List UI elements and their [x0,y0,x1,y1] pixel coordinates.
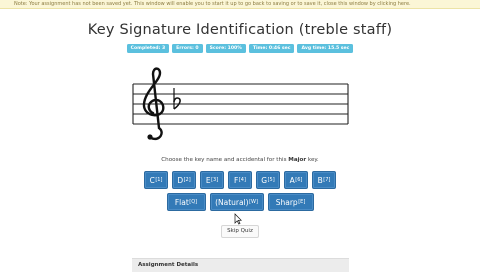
prompt-text: Choose the key name and accidental for t… [161,157,287,163]
stat-avg-time-badge: Avg time: 15.5 sec [297,44,354,53]
key-c-button[interactable]: C[1] [144,171,168,189]
key-g-button[interactable]: G[5] [256,171,280,189]
music-staff [132,67,349,141]
stat-completed-badge: Completed: 3 [126,44,170,53]
key-d-button[interactable]: D[2] [172,171,196,189]
flat-sign-icon [173,88,181,110]
notice-text: Note: Your assignment has not been saved… [14,1,411,7]
page-title: Key Signature Identification (treble sta… [87,22,393,38]
prompt-key-quality: Major [288,157,307,163]
prompt-suffix: key. [307,157,319,163]
stat-score-badge: Score: 100% [205,44,246,53]
question-prompt: Choose the key name and accidental for t… [0,157,480,163]
key-e-button[interactable]: E[3] [200,171,224,189]
stat-time-badge: Time: 0:46 sec [248,44,295,53]
key-f-button[interactable]: F[4] [228,171,252,189]
natural-button[interactable]: (Natural)[W] [209,193,264,211]
sharp-button[interactable]: Sharp[E] [267,193,314,211]
panel-title: Assignment Details [138,262,199,268]
unsaved-notice-bar[interactable]: Note: Your assignment has not been saved… [0,0,480,9]
key-name-buttons: C[1] D[2] E[3] F[4] G[5] A[6] B[7] [0,171,480,189]
key-a-button[interactable]: A[6] [284,171,308,189]
accidental-buttons: Flat[Q] (Natural)[W] Sharp[E] [0,193,480,211]
key-b-button[interactable]: B[7] [312,171,336,189]
flat-button[interactable]: Flat[Q] [166,193,206,211]
mouse-pointer-icon [234,213,242,225]
stat-errors-badge: Errors: 0 [172,44,203,53]
skip-quiz-button[interactable]: Skip Quiz [221,225,259,238]
stats-bar: Completed: 3 Errors: 0 Score: 100% Time: 0:… [0,44,480,53]
